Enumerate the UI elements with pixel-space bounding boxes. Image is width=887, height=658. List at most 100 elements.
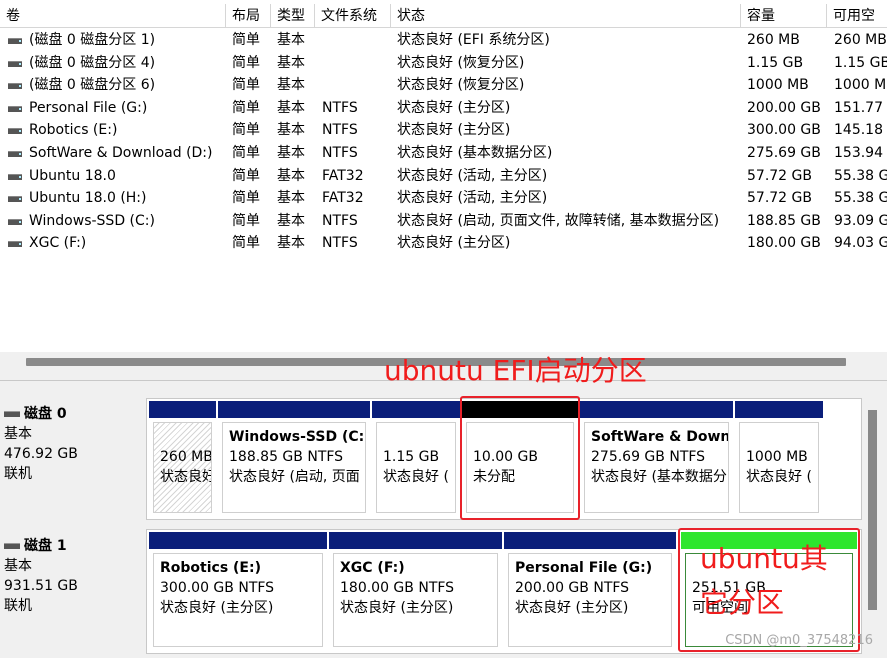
disk1-partition-personal[interactable]: Personal File (G:) 200.00 GB NTFS 状态良好 (… xyxy=(504,532,676,651)
volume-cell-layout: 简单 xyxy=(232,167,260,184)
column-header-capacity[interactable]: 容量 xyxy=(741,4,827,28)
volume-cell-capacity: 1.15 GB xyxy=(747,54,804,71)
partition-title: XGC (F:) xyxy=(340,560,405,576)
volume-row[interactable]: (磁盘 0 磁盘分区 1) 简单 基本 状态良好 (EFI 系统分区) 260 MB 26… xyxy=(0,29,887,51)
volume-cell-fs: NTFS xyxy=(322,122,358,139)
volume-list: 卷 布局 类型 文件系统 状态 容量 可用空 (磁盘 0 磁盘分区 1) 简单 基本… xyxy=(0,0,887,380)
volume-row[interactable]: Personal File (G:) 简单 基本 NTFS 状态良好 (主分区) 200.… xyxy=(0,97,887,119)
disk0-partition-efi[interactable]: 260 MB 状态良好 xyxy=(149,401,216,517)
volume-row[interactable]: (磁盘 0 磁盘分区 6) 简单 基本 状态良好 (恢复分区) 1000 MB 1000 … xyxy=(0,74,887,96)
partition-size: 300.00 GB NTFS xyxy=(160,580,275,596)
column-header-type[interactable]: 类型 xyxy=(271,4,315,28)
partition-size: 1.15 GB xyxy=(383,449,440,465)
volume-cell-free: 94.03 G xyxy=(834,235,887,252)
volume-cell-fs: NTFS xyxy=(322,235,358,252)
disk1-partition-robotics[interactable]: Robotics (E:) 300.00 GB NTFS 状态良好 (主分区) xyxy=(149,532,327,651)
partition-body: XGC (F:) 180.00 GB NTFS 状态良好 (主分区) xyxy=(333,553,498,647)
column-header-status[interactable]: 状态 xyxy=(391,4,741,28)
disk1-label[interactable]: 磁盘 1 基本 931.51 GB 联机 xyxy=(4,536,144,652)
partition-status: 状态良好 (主分区) xyxy=(340,600,454,616)
volume-icon xyxy=(8,151,22,157)
disk1-partition-xgc[interactable]: XGC (F:) 180.00 GB NTFS 状态良好 (主分区) xyxy=(329,532,502,651)
partition-title: SoftWare & Down xyxy=(591,429,729,445)
disk1-name: 磁盘 1 xyxy=(24,538,67,554)
disk1-type: 基本 xyxy=(4,558,32,574)
volume-cell-name: Robotics (E:) xyxy=(29,122,118,139)
partition-bar xyxy=(372,401,460,418)
volume-cell-name: XGC (F:) xyxy=(29,235,87,252)
partition-status: 状态良好 xyxy=(160,469,212,485)
volume-cell-layout: 简单 xyxy=(232,77,260,94)
volume-cell-type: 基本 xyxy=(277,235,305,252)
volume-cell-layout: 简单 xyxy=(232,190,260,207)
volume-row[interactable]: Ubuntu 18.0 简单 基本 FAT32 状态良好 (活动, 主分区) 57.72 … xyxy=(0,165,887,187)
vertical-scroll-thumb[interactable] xyxy=(868,410,877,610)
volume-cell-free: 145.18 xyxy=(834,122,883,139)
disk0-name: 磁盘 0 xyxy=(24,406,67,422)
volume-cell-status: 状态良好 (基本数据分区) xyxy=(397,145,553,161)
disk-icon xyxy=(4,411,20,417)
volume-cell-free: 1000 MB xyxy=(834,77,887,94)
volume-cell-type: 基本 xyxy=(277,122,305,139)
partition-body: SoftWare & Down 275.69 GB NTFS 状态良好 (基本数… xyxy=(584,422,729,513)
volume-icon xyxy=(8,105,22,112)
disk0-partition-recovery-1[interactable]: 1.15 GB 状态良好 ( xyxy=(372,401,460,517)
volume-cell-capacity: 275.69 GB xyxy=(747,145,821,161)
volume-row[interactable]: XGC (F:) 简单 基本 NTFS 状态良好 (主分区) 180.00 GB 94.03… xyxy=(0,232,887,254)
volume-cell-name: Ubuntu 18.0 (H:) xyxy=(29,190,147,207)
partition-size: 260 MB xyxy=(160,449,212,465)
volume-cell-status: 状态良好 (活动, 主分区) xyxy=(397,167,548,184)
volume-icon xyxy=(8,38,22,44)
volume-cell-fs: NTFS xyxy=(322,145,358,161)
column-header-filesystem[interactable]: 文件系统 xyxy=(315,4,391,28)
volume-cell-capacity: 57.72 GB xyxy=(747,167,812,184)
volume-cell-capacity: 57.72 GB xyxy=(747,190,812,207)
disk0-partition-software[interactable]: SoftWare & Down 275.69 GB NTFS 状态良好 (基本数… xyxy=(580,401,733,517)
volume-cell-layout: 简单 xyxy=(232,212,260,229)
volume-row[interactable]: Windows-SSD (C:) 简单 基本 NTFS 状态良好 (启动, 页面文件, … xyxy=(0,210,887,232)
partition-body: 1.15 GB 状态良好 ( xyxy=(376,422,456,513)
volume-icon xyxy=(8,128,22,135)
volume-cell-capacity: 188.85 GB xyxy=(747,212,821,229)
partition-title: Robotics (E:) xyxy=(160,560,261,576)
watermark: CSDN @m0_37548216 xyxy=(725,633,873,648)
volume-cell-capacity: 1000 MB xyxy=(747,77,809,94)
volume-cell-layout: 简单 xyxy=(232,99,260,116)
volume-cell-name: (磁盘 0 磁盘分区 6) xyxy=(29,77,156,94)
partition-status: 状态良好 (基本数据分 xyxy=(591,469,727,485)
partition-status: 状态良好 ( xyxy=(383,469,449,485)
disk0-partition-recovery-2[interactable]: 1000 MB 状态良好 ( xyxy=(735,401,823,517)
volume-cell-layout: 简单 xyxy=(232,122,260,139)
volume-cell-status: 状态良好 (主分区) xyxy=(397,99,511,116)
volume-row[interactable]: (磁盘 0 磁盘分区 4) 简单 基本 状态良好 (恢复分区) 1.15 GB 1.15 … xyxy=(0,52,887,74)
volume-icon xyxy=(8,218,22,225)
partition-size: 1000 MB xyxy=(746,449,808,465)
partition-body: Robotics (E:) 300.00 GB NTFS 状态良好 (主分区) xyxy=(153,553,323,647)
partition-size: 188.85 GB NTFS xyxy=(229,449,344,465)
vertical-scrollbar[interactable] xyxy=(862,390,884,658)
column-header-volume[interactable]: 卷 xyxy=(0,4,226,28)
column-header-layout[interactable]: 布局 xyxy=(226,4,271,28)
volume-cell-type: 基本 xyxy=(277,77,305,94)
partition-bar xyxy=(149,401,216,418)
volume-cell-free: 153.94 xyxy=(834,145,883,161)
disk0-partition-windows[interactable]: Windows-SSD (C: 188.85 GB NTFS 状态良好 (启动,… xyxy=(218,401,370,517)
volume-cell-name: Personal File (G:) xyxy=(29,99,148,116)
volume-row[interactable]: Robotics (E:) 简单 基本 NTFS 状态良好 (主分区) 300.00 GB… xyxy=(0,119,887,141)
partition-size: 200.00 GB NTFS xyxy=(515,580,630,596)
volume-cell-fs: NTFS xyxy=(322,99,358,116)
volume-cell-type: 基本 xyxy=(277,32,305,48)
partition-body: 1000 MB 状态良好 ( xyxy=(739,422,819,513)
partition-status: 状态良好 ( xyxy=(746,469,812,485)
disk0-label[interactable]: 磁盘 0 基本 476.92 GB 联机 xyxy=(4,404,144,520)
efi-annotation-box xyxy=(460,396,580,520)
disk-icon xyxy=(4,543,20,549)
column-header-free[interactable]: 可用空 xyxy=(827,4,887,28)
volume-row[interactable]: SoftWare & Download (D:) 简单 基本 NTFS 状态良好 (基本… xyxy=(0,142,887,164)
volume-cell-type: 基本 xyxy=(277,190,305,207)
disk0-state: 联机 xyxy=(4,466,32,482)
volume-row[interactable]: Ubuntu 18.0 (H:) 简单 基本 FAT32 状态良好 (活动, 主分区) 5… xyxy=(0,187,887,209)
volume-cell-layout: 简单 xyxy=(232,54,260,71)
volume-cell-type: 基本 xyxy=(277,212,305,229)
volume-cell-status: 状态良好 (主分区) xyxy=(397,235,511,252)
